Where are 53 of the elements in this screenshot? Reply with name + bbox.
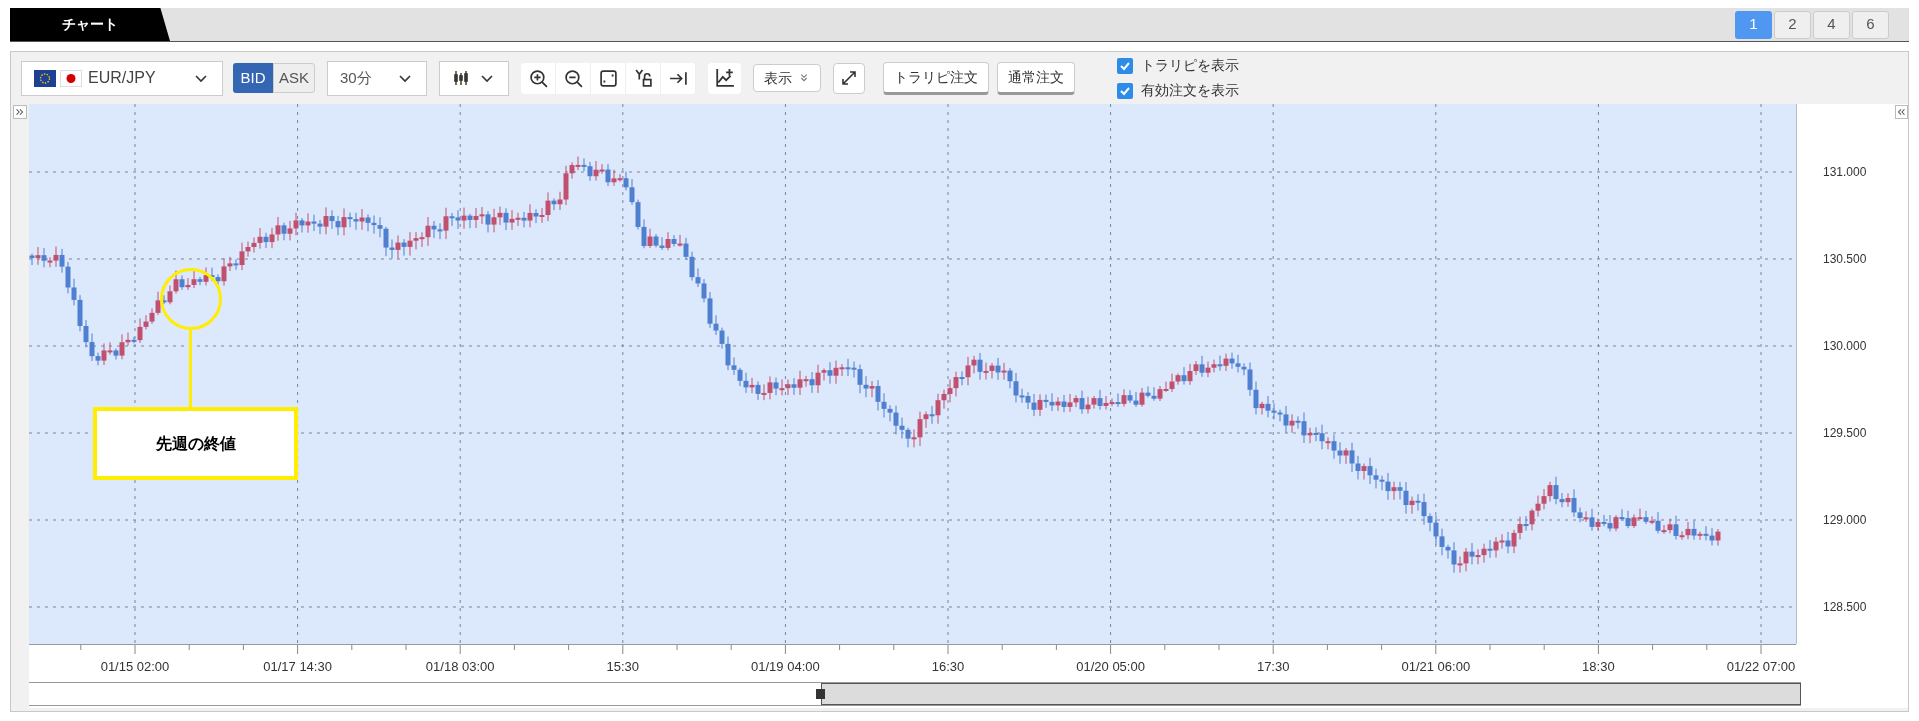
checkbox[interactable] (1117, 82, 1133, 99)
chart-type-dropdown[interactable] (439, 60, 509, 96)
x-axis-label: 01/22 07:00 (1726, 658, 1796, 676)
expand-arrows-icon (840, 69, 858, 87)
annotation-callout: 先週の終値 (93, 407, 298, 480)
x-axis-label: 16:30 (931, 658, 965, 676)
x-axis-label: 17:30 (1256, 658, 1290, 676)
fit-screen-icon (598, 68, 618, 88)
x-axis-label: 01/18 03:00 (425, 658, 495, 676)
x-axis-label: 01/17 14:30 (263, 658, 332, 676)
navigator-handle[interactable] (816, 689, 825, 699)
double-chevron-right-icon[interactable] (13, 105, 27, 119)
checkbox-label: トラリピを表示 (1141, 56, 1239, 75)
zoom-out-icon (563, 68, 583, 88)
y-axis-lock-icon (633, 68, 653, 88)
price-side-button[interactable]: ASK (273, 63, 315, 93)
layout-button[interactable]: 6 (1852, 10, 1889, 39)
x-axis-label: 01/15 02:00 (100, 658, 170, 676)
candlestick-icon (452, 69, 470, 87)
y-axis-label: 129.500 (1823, 426, 1867, 440)
japan-flag-icon (60, 69, 82, 87)
zoom-in-icon (528, 68, 548, 88)
x-axis-label: 01/21 06:00 (1401, 658, 1471, 676)
order-button[interactable]: トラリピ注文 (883, 61, 989, 95)
x-axis-label: 15:30 (606, 658, 640, 676)
symbol-dropdown[interactable]: EUR/JPY (21, 60, 223, 96)
order-button[interactable]: 通常注文 (997, 61, 1075, 95)
checkbox-label: 有効注文を表示 (1141, 81, 1239, 100)
x-axis-label: 18:30 (1582, 658, 1615, 676)
symbol-text: EUR/JPY (88, 68, 157, 88)
navigator-track[interactable] (29, 682, 1801, 706)
checkbox[interactable] (1117, 57, 1133, 74)
add-indicator-button[interactable] (708, 62, 741, 94)
x-axis-label: 01/19 04:00 (751, 658, 820, 676)
price-side-button[interactable]: BID (233, 63, 273, 93)
y-axis-label: 131.000 (1823, 165, 1867, 179)
double-chevron-left-icon[interactable] (1894, 105, 1908, 119)
display-button[interactable]: 表示 (753, 64, 821, 92)
double-chevron-down-icon (798, 72, 810, 84)
timeframe-text: 30分 (340, 67, 372, 88)
chart-tab[interactable]: チャート (10, 8, 170, 41)
y-axis-label: 129.000 (1823, 513, 1867, 527)
eu-flag-icon (34, 69, 56, 87)
timeframe-dropdown[interactable]: 30分 (327, 60, 427, 96)
fullscreen-button[interactable] (833, 62, 865, 94)
y-axis-label: 130.000 (1823, 339, 1867, 353)
x-axis-label: 01/20 05:00 (1076, 658, 1145, 676)
line-chart-plus-icon (714, 68, 735, 88)
layout-button[interactable]: 2 (1774, 10, 1811, 39)
navigator-window[interactable] (821, 683, 1801, 705)
y-axis-label: 130.500 (1823, 252, 1867, 266)
layout-button[interactable]: 4 (1813, 10, 1850, 39)
y-axis-label: 128.500 (1823, 600, 1867, 614)
